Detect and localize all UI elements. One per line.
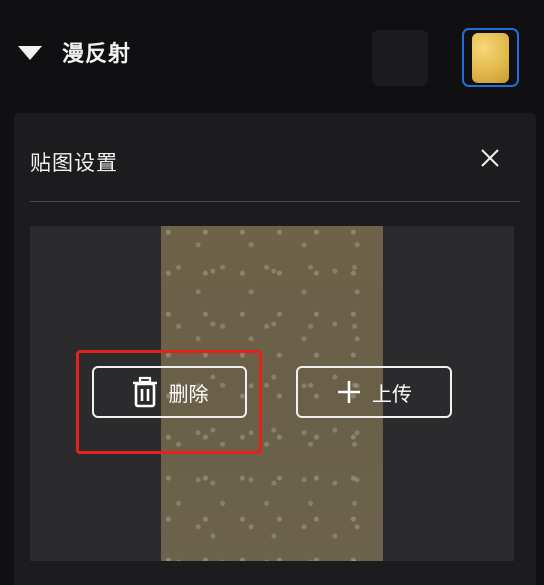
plus-icon [338, 381, 360, 403]
upload-button[interactable]: 上传 [296, 366, 452, 418]
divider [30, 201, 520, 202]
texture-thumbnail[interactable] [462, 28, 519, 87]
caret-down-icon[interactable] [17, 44, 43, 62]
highlight-box [76, 350, 262, 454]
section-title: 漫反射 [62, 42, 132, 67]
close-icon[interactable] [476, 144, 504, 172]
texture-settings-dialog: 贴图设置 删除 上传 [14, 113, 536, 585]
dialog-title: 贴图设置 [30, 151, 118, 175]
texture-thumbnail-image [472, 33, 509, 83]
color-swatch[interactable] [372, 30, 428, 86]
upload-label: 上传 [372, 381, 412, 406]
section-header: 漫反射 [0, 0, 544, 110]
texture-preview: 删除 上传 [30, 226, 514, 561]
